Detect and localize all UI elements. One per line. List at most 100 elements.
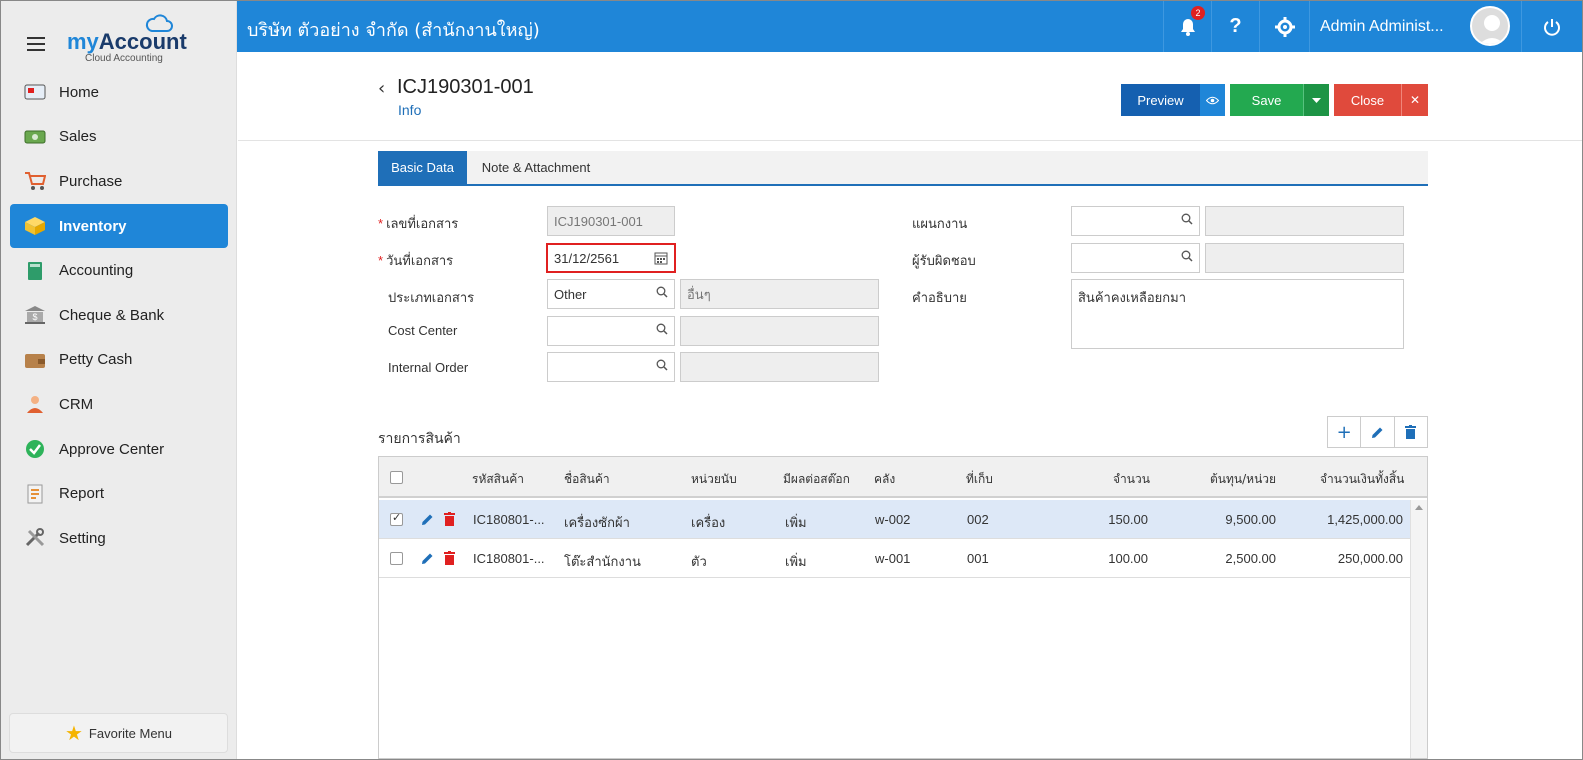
preview-eye-button[interactable] [1200, 84, 1225, 116]
internal-order-label: Internal Order [388, 360, 469, 375]
search-icon[interactable] [656, 323, 668, 335]
table-row[interactable]: IC180801-... โต๊ะสำนักงาน ตัว เพิ่ม w-00… [379, 539, 1411, 578]
preview-label: Preview [1137, 92, 1184, 108]
table-header: รหัสสินค้า ชื่อสินค้า หน่วยนับ มีผลต่อสต… [379, 457, 1427, 498]
sidebar-item-home[interactable]: Home [10, 70, 228, 115]
sidebar-item-inventory[interactable]: Inventory [10, 203, 228, 249]
cell-location: 002 [967, 512, 989, 527]
search-icon[interactable] [656, 359, 668, 371]
add-item-button[interactable]: + [1328, 417, 1362, 447]
table-row[interactable]: IC180801-... เครื่องซักผ้า เครื่อง เพิ่ม… [379, 500, 1411, 539]
home-icon [23, 81, 47, 103]
sidebar-item-report[interactable]: Report [10, 471, 228, 516]
sidebar-item-approve-center[interactable]: Approve Center [10, 427, 228, 472]
internal-order-field[interactable] [547, 352, 675, 382]
pencil-icon[interactable] [421, 513, 434, 526]
sidebar-item-petty-cash[interactable]: Petty Cash [10, 338, 228, 383]
sidebar-item-purchase[interactable]: Purchase [10, 159, 228, 204]
sidebar-item-cheque-bank[interactable]: $ Cheque & Bank [10, 293, 228, 338]
favorite-menu-label: Favorite Menu [88, 725, 173, 741]
row-checkbox[interactable] [390, 552, 403, 565]
sidebar-item-crm[interactable]: CRM [10, 382, 228, 427]
trash-icon[interactable] [444, 512, 455, 526]
box-icon [23, 215, 47, 237]
top-bar: บริษัท ตัวอย่าง จำกัด (สำนักงานใหญ่) 2 ?… [237, 1, 1582, 52]
search-icon[interactable] [656, 286, 668, 298]
scroll-up-icon[interactable] [1415, 505, 1423, 510]
sidebar-item-label: Cheque & Bank [59, 306, 165, 324]
cell-cost: 2,500.00 [1225, 551, 1276, 566]
check-icon [23, 438, 47, 460]
column-header[interactable]: หน่วยนับ [691, 470, 737, 489]
settings-button[interactable] [1259, 1, 1309, 52]
doc-type-label: ประเภทเอกสาร [388, 290, 475, 305]
sidebar-item-sales[interactable]: Sales [10, 115, 228, 160]
save-label: Save [1251, 92, 1282, 108]
hamburger-menu-icon[interactable] [27, 37, 45, 51]
column-header[interactable]: ชื่อสินค้า [564, 470, 610, 489]
cell-total: 1,425,000.00 [1327, 512, 1403, 527]
cell-warehouse: w-002 [875, 512, 911, 527]
pencil-icon[interactable] [421, 552, 434, 565]
favorite-menu-button[interactable]: ★ Favorite Menu [9, 713, 228, 753]
wallet-icon [23, 349, 47, 371]
description-label: คำอธิบาย [912, 290, 967, 305]
tab-basic-data[interactable]: Basic Data [378, 151, 467, 184]
sidebar-item-setting[interactable]: Setting [10, 516, 228, 561]
back-arrow-icon[interactable]: ‹ [378, 78, 385, 99]
caret-down-icon [1312, 97, 1321, 103]
notification-button[interactable]: 2 [1163, 1, 1211, 52]
column-header[interactable]: รหัสสินค้า [472, 470, 524, 489]
logout-button[interactable] [1521, 1, 1582, 52]
department-label: แผนกงาน [912, 216, 968, 231]
column-header[interactable]: มีผลต่อสต๊อก [783, 470, 850, 489]
column-header[interactable]: คลัง [874, 470, 895, 489]
description-textarea[interactable]: สินค้าคงเหลือยกมา [1071, 279, 1404, 349]
doc-type-field[interactable]: Other [547, 279, 675, 309]
preview-button[interactable]: Preview [1121, 84, 1200, 116]
logo-subtitle: Cloud Accounting [85, 53, 163, 64]
trash-icon [1405, 425, 1417, 439]
save-button[interactable]: Save [1230, 84, 1303, 116]
sidebar: myAccount Cloud Accounting Home Sales Pu… [1, 1, 237, 759]
column-header[interactable]: จำนวน [1113, 470, 1150, 489]
tab-bar: Basic Data Note & Attachment [378, 151, 1428, 186]
row-checkbox[interactable] [390, 511, 403, 526]
logo-text: myAccount [67, 29, 187, 54]
page-subtitle: Info [398, 102, 422, 118]
close-button[interactable]: Close [1334, 84, 1401, 116]
sidebar-item-label: Purchase [59, 172, 123, 190]
column-header[interactable]: จำนวนเงินทั้งสิ้น [1320, 470, 1404, 489]
star-icon: ★ [64, 722, 83, 745]
cell-total: 250,000.00 [1337, 551, 1403, 566]
doc-date-value: 31/12/2561 [554, 250, 620, 266]
avatar [1470, 6, 1510, 46]
trash-icon[interactable] [444, 551, 455, 565]
close-icon: ✕ [1409, 93, 1421, 107]
save-dropdown-button[interactable] [1303, 84, 1329, 116]
doc-date-field[interactable]: 31/12/2561 [546, 243, 676, 273]
cell-warehouse: w-001 [875, 551, 911, 566]
delete-item-button[interactable] [1395, 417, 1427, 447]
column-header[interactable]: ที่เก็บ [966, 470, 993, 489]
department-field[interactable] [1071, 206, 1200, 236]
doc-type-value: Other [554, 286, 587, 302]
responsible-field[interactable] [1071, 243, 1200, 273]
app-logo[interactable]: myAccount Cloud Accounting [67, 13, 187, 68]
search-icon[interactable] [1181, 213, 1193, 225]
help-button[interactable]: ? [1211, 1, 1259, 52]
sidebar-item-accounting[interactable]: Accounting [10, 248, 228, 293]
calendar-icon[interactable] [654, 251, 668, 265]
tab-note-attachment[interactable]: Note & Attachment [467, 151, 605, 184]
search-icon[interactable] [1181, 250, 1193, 262]
user-menu[interactable]: Admin Administ... [1309, 1, 1521, 52]
select-all-checkbox[interactable] [390, 471, 403, 484]
edit-item-button[interactable] [1361, 417, 1395, 447]
table-scrollbar[interactable] [1410, 500, 1427, 758]
sales-icon [23, 126, 47, 148]
column-header[interactable]: ต้นทุน/หน่วย [1210, 470, 1276, 489]
close-x-button[interactable]: ✕ [1401, 84, 1428, 116]
close-label: Close [1350, 92, 1385, 108]
cost-center-field[interactable] [547, 316, 675, 346]
tools-icon [23, 527, 47, 549]
